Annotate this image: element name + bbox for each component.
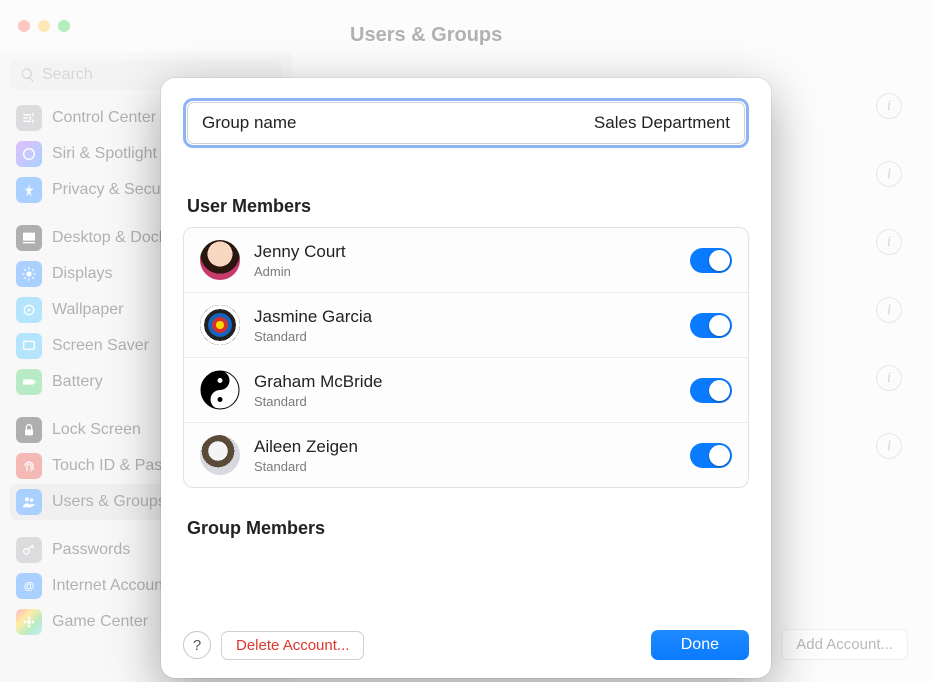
user-role: Admin	[254, 264, 676, 279]
user-role: Standard	[254, 329, 676, 344]
user-name: Jasmine Garcia	[254, 307, 676, 327]
settings-window: Users & Groups Search Control CenterSiri…	[0, 0, 932, 682]
user-row: Aileen Zeigen Standard	[184, 422, 748, 487]
user-members-heading: User Members	[187, 196, 745, 217]
member-toggle[interactable]	[690, 378, 732, 403]
user-name: Graham McBride	[254, 372, 676, 392]
user-row: Jasmine Garcia Standard	[184, 292, 748, 357]
done-button[interactable]: Done	[651, 630, 749, 660]
modal-overlay: Group name User Members Jenny Court Admin…	[0, 0, 932, 682]
user-name: Aileen Zeigen	[254, 437, 676, 457]
user-row: Graham McBride Standard	[184, 357, 748, 422]
avatar	[200, 305, 240, 345]
sheet-footer: ? Delete Account... Done	[183, 630, 749, 660]
user-text: Graham McBride Standard	[254, 372, 676, 409]
avatar	[200, 240, 240, 280]
group-members-heading: Group Members	[187, 518, 745, 539]
user-text: Jasmine Garcia Standard	[254, 307, 676, 344]
member-toggle[interactable]	[690, 248, 732, 273]
user-text: Jenny Court Admin	[254, 242, 676, 279]
group-sheet: Group name User Members Jenny Court Admin…	[161, 78, 771, 678]
avatar	[200, 435, 240, 475]
user-row: Jenny Court Admin	[184, 228, 748, 292]
user-name: Jenny Court	[254, 242, 676, 262]
member-toggle[interactable]	[690, 443, 732, 468]
group-name-field: Group name	[183, 98, 749, 148]
user-role: Standard	[254, 459, 676, 474]
user-members-list: Jenny CourtAdminJasmine GarciaStandardGr…	[183, 227, 749, 488]
user-role: Standard	[254, 394, 676, 409]
avatar	[200, 370, 240, 410]
help-button[interactable]: ?	[183, 631, 211, 659]
user-text: Aileen Zeigen Standard	[254, 437, 676, 474]
group-name-input[interactable]	[470, 113, 730, 133]
group-name-label: Group name	[202, 113, 297, 133]
delete-account-button[interactable]: Delete Account...	[221, 631, 364, 660]
member-toggle[interactable]	[690, 313, 732, 338]
